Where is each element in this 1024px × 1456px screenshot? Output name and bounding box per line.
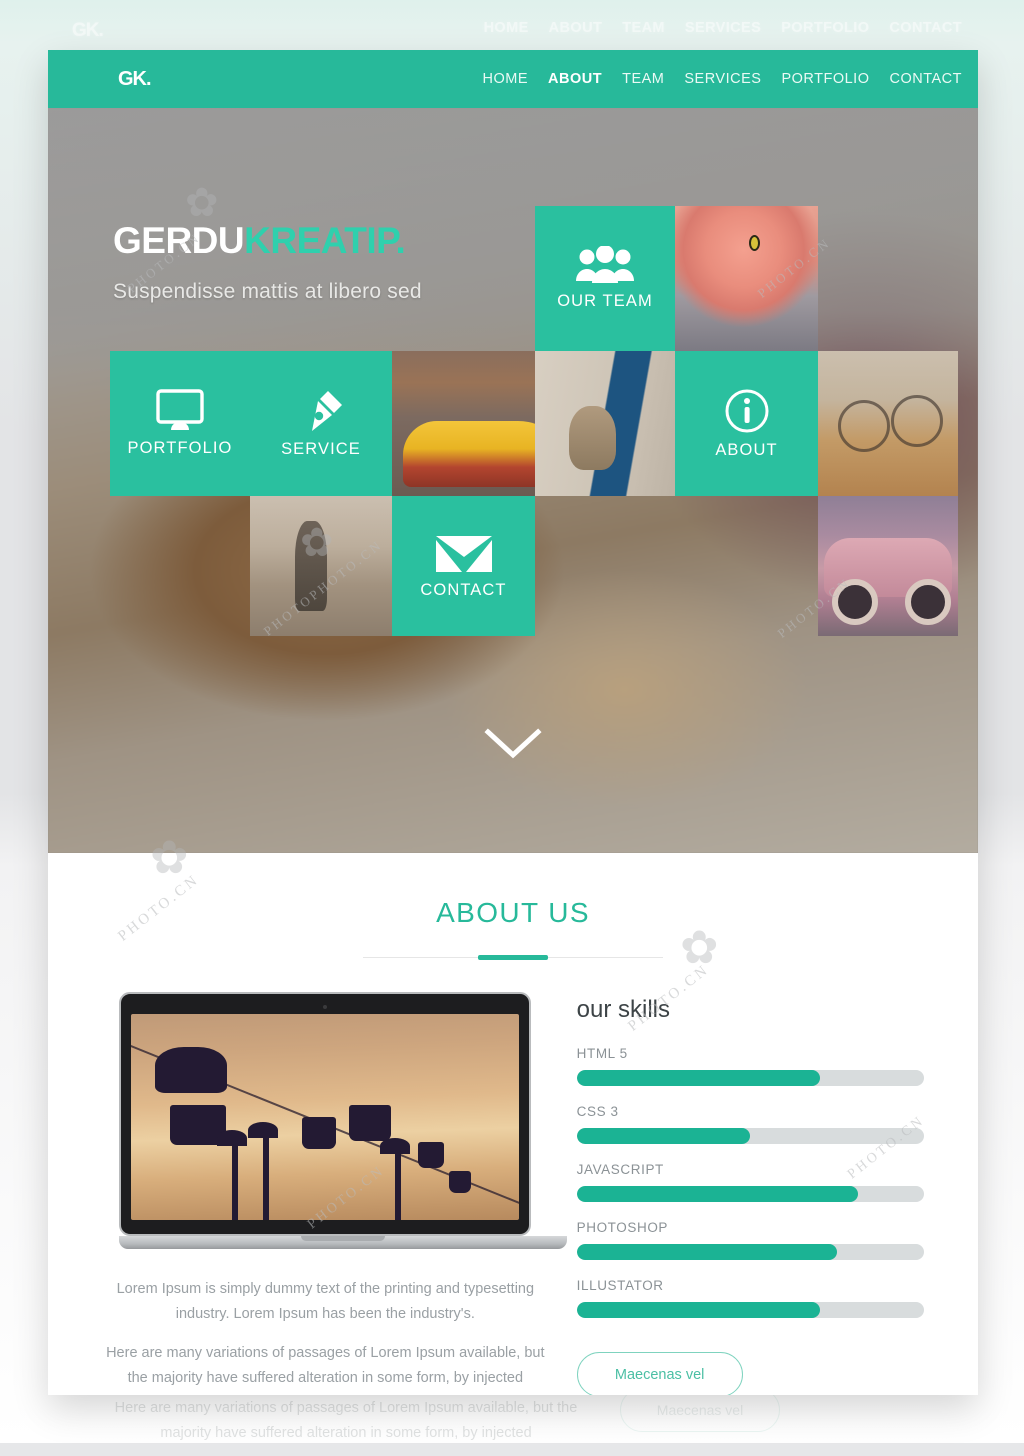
scroll-down-button[interactable] (484, 728, 542, 767)
skill-bar-track (576, 1302, 924, 1318)
nav-item-home[interactable]: HOME (483, 71, 529, 87)
tile-label: SERVICE (281, 440, 361, 458)
maecenas-vel-button[interactable]: Maecenas vel (576, 1352, 743, 1395)
skill-bar-fill (576, 1070, 820, 1086)
skill-bar-track (576, 1128, 924, 1144)
info-circle-icon (723, 387, 771, 435)
tile-photo-dog[interactable] (535, 351, 675, 496)
nav-item-team[interactable]: TEAM (622, 71, 664, 87)
ghost-nav-contact: CONTACT (889, 20, 962, 36)
ghost-menu: HOME ABOUT TEAM SERVICES PORTFOLIO CONTA… (484, 20, 962, 36)
ghost-nav-portfolio: PORTFOLIO (781, 20, 870, 36)
tile-photo-kid[interactable] (250, 496, 392, 636)
tile-photo-car[interactable] (818, 496, 958, 636)
about-left-column: Lorem Ipsum is simply dummy text of the … (102, 992, 568, 1395)
section-divider (363, 957, 663, 958)
ghost-nav-team: TEAM (622, 20, 665, 36)
ghost-paragraph: Here are many variations of passages of … (114, 1400, 578, 1441)
macbook-mockup (119, 992, 568, 1249)
about-paragraph-2: Here are many variations of passages of … (106, 1345, 545, 1386)
about-heading: ABOUT US (436, 897, 590, 928)
monitor-icon (153, 389, 207, 433)
skill-label: CSS 3 (576, 1104, 619, 1119)
chevron-down-icon (484, 728, 542, 759)
skills-column: our skills HTML 5 CSS 3 JAVASCRIPT PHOTO… (576, 992, 924, 1395)
nav-item-about[interactable]: ABOUT (548, 71, 602, 87)
skill-row-html5: HTML 5 (576, 1046, 924, 1086)
ghost-logo: GK. (72, 20, 104, 41)
pen-nib-icon (297, 388, 345, 434)
envelope-icon (434, 533, 494, 575)
about-paragraph-1: Lorem Ipsum is simply dummy text of the … (116, 1281, 535, 1322)
tile-portfolio[interactable]: PORTFOLIO (110, 351, 250, 496)
skill-label: HTML 5 (576, 1046, 628, 1061)
ghost-bottom-content: Here are many variations of passages of … (0, 1388, 1024, 1456)
ghost-nav-home: HOME (483, 20, 529, 36)
skill-bar-fill (576, 1302, 820, 1318)
skill-bar-fill (576, 1186, 858, 1202)
tile-label: OUR TEAM (557, 292, 653, 310)
hero-tile-grid: OUR TEAM PORTFOLIO SERVICE ABOUT CONTACT (110, 206, 958, 636)
skill-row-css3: CSS 3 (576, 1104, 924, 1144)
ghost-nav-services: SERVICES (684, 20, 762, 36)
tile-about[interactable]: ABOUT (675, 351, 818, 496)
tile-service[interactable]: SERVICE (250, 351, 392, 496)
ghost-nav-about: ABOUT (548, 20, 603, 36)
ghost-top-navigation: GK. HOME ABOUT TEAM SERVICES PORTFOLIO C… (0, 0, 1024, 50)
hero-section: GERDUKREATIP. Suspendisse mattis at libe… (48, 108, 978, 853)
skill-row-javascript: JAVASCRIPT (576, 1162, 924, 1202)
skill-bar-track (576, 1244, 924, 1260)
macbook-screen-photo (131, 1014, 520, 1220)
skill-row-photoshop: PHOTOSHOP (576, 1220, 924, 1260)
nav-item-contact[interactable]: CONTACT (889, 71, 962, 87)
webcam-dot (323, 1005, 328, 1009)
website-preview-card: GK. HOME ABOUT TEAM SERVICES PORTFOLIO C… (48, 50, 978, 1395)
skill-label: JAVASCRIPT (576, 1162, 664, 1177)
tile-our-team[interactable]: OUR TEAM (535, 206, 675, 351)
tile-label: ABOUT (715, 441, 778, 459)
tile-photo-lion[interactable] (675, 206, 818, 351)
about-section: ABOUT US Lorem Ipsum is simply dummy tex… (48, 853, 978, 1395)
top-navigation-bar: GK. HOME ABOUT TEAM SERVICES PORTFOLIO C… (48, 50, 978, 108)
tile-label: PORTFOLIO (127, 439, 233, 457)
primary-menu: HOME ABOUT TEAM SERVICES PORTFOLIO CONTA… (483, 71, 962, 87)
tile-photo-bikes[interactable] (818, 351, 958, 496)
brand-logo: GK. (118, 68, 152, 90)
tile-label: CONTACT (420, 580, 507, 599)
people-icon (574, 246, 636, 286)
skill-label: ILLUSTATOR (576, 1278, 664, 1293)
nav-item-services[interactable]: SERVICES (684, 71, 761, 87)
skill-bar-fill (576, 1244, 838, 1260)
skill-bar-fill (576, 1128, 751, 1144)
tile-contact[interactable]: CONTACT (392, 496, 535, 636)
nav-item-portfolio[interactable]: PORTFOLIO (781, 71, 869, 87)
about-paragraphs: Lorem Ipsum is simply dummy text of the … (102, 1277, 549, 1395)
tile-photo-taxi[interactable] (392, 351, 535, 496)
skills-heading: our skills (576, 996, 670, 1023)
skill-label: PHOTOSHOP (576, 1220, 669, 1235)
skill-bar-track (576, 1186, 924, 1202)
skill-row-illustrator: ILLUSTATOR (576, 1278, 924, 1318)
skill-bar-track (576, 1070, 924, 1086)
